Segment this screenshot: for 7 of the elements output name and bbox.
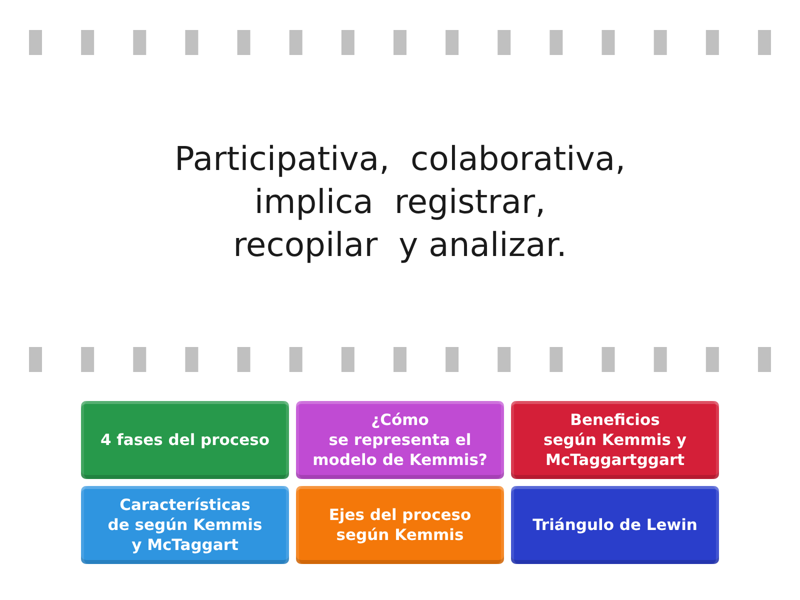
answer-button[interactable]: ¿Cómo se representa el modelo de Kemmis?: [296, 401, 504, 479]
answer-button[interactable]: Beneficios según Kemmis y McTaggartggart: [511, 401, 719, 479]
answer-button[interactable]: 4 fases del proceso: [81, 401, 289, 479]
answer-button[interactable]: Triángulo de Lewin: [511, 486, 719, 564]
answer-button[interactable]: Ejes del proceso según Kemmis: [296, 486, 504, 564]
prompt-text: Participativa, colaborativa, implica registrar, recopilar y analizar.: [174, 138, 626, 266]
answer-button[interactable]: Características de según Kemmis y McTaggart: [81, 486, 289, 564]
